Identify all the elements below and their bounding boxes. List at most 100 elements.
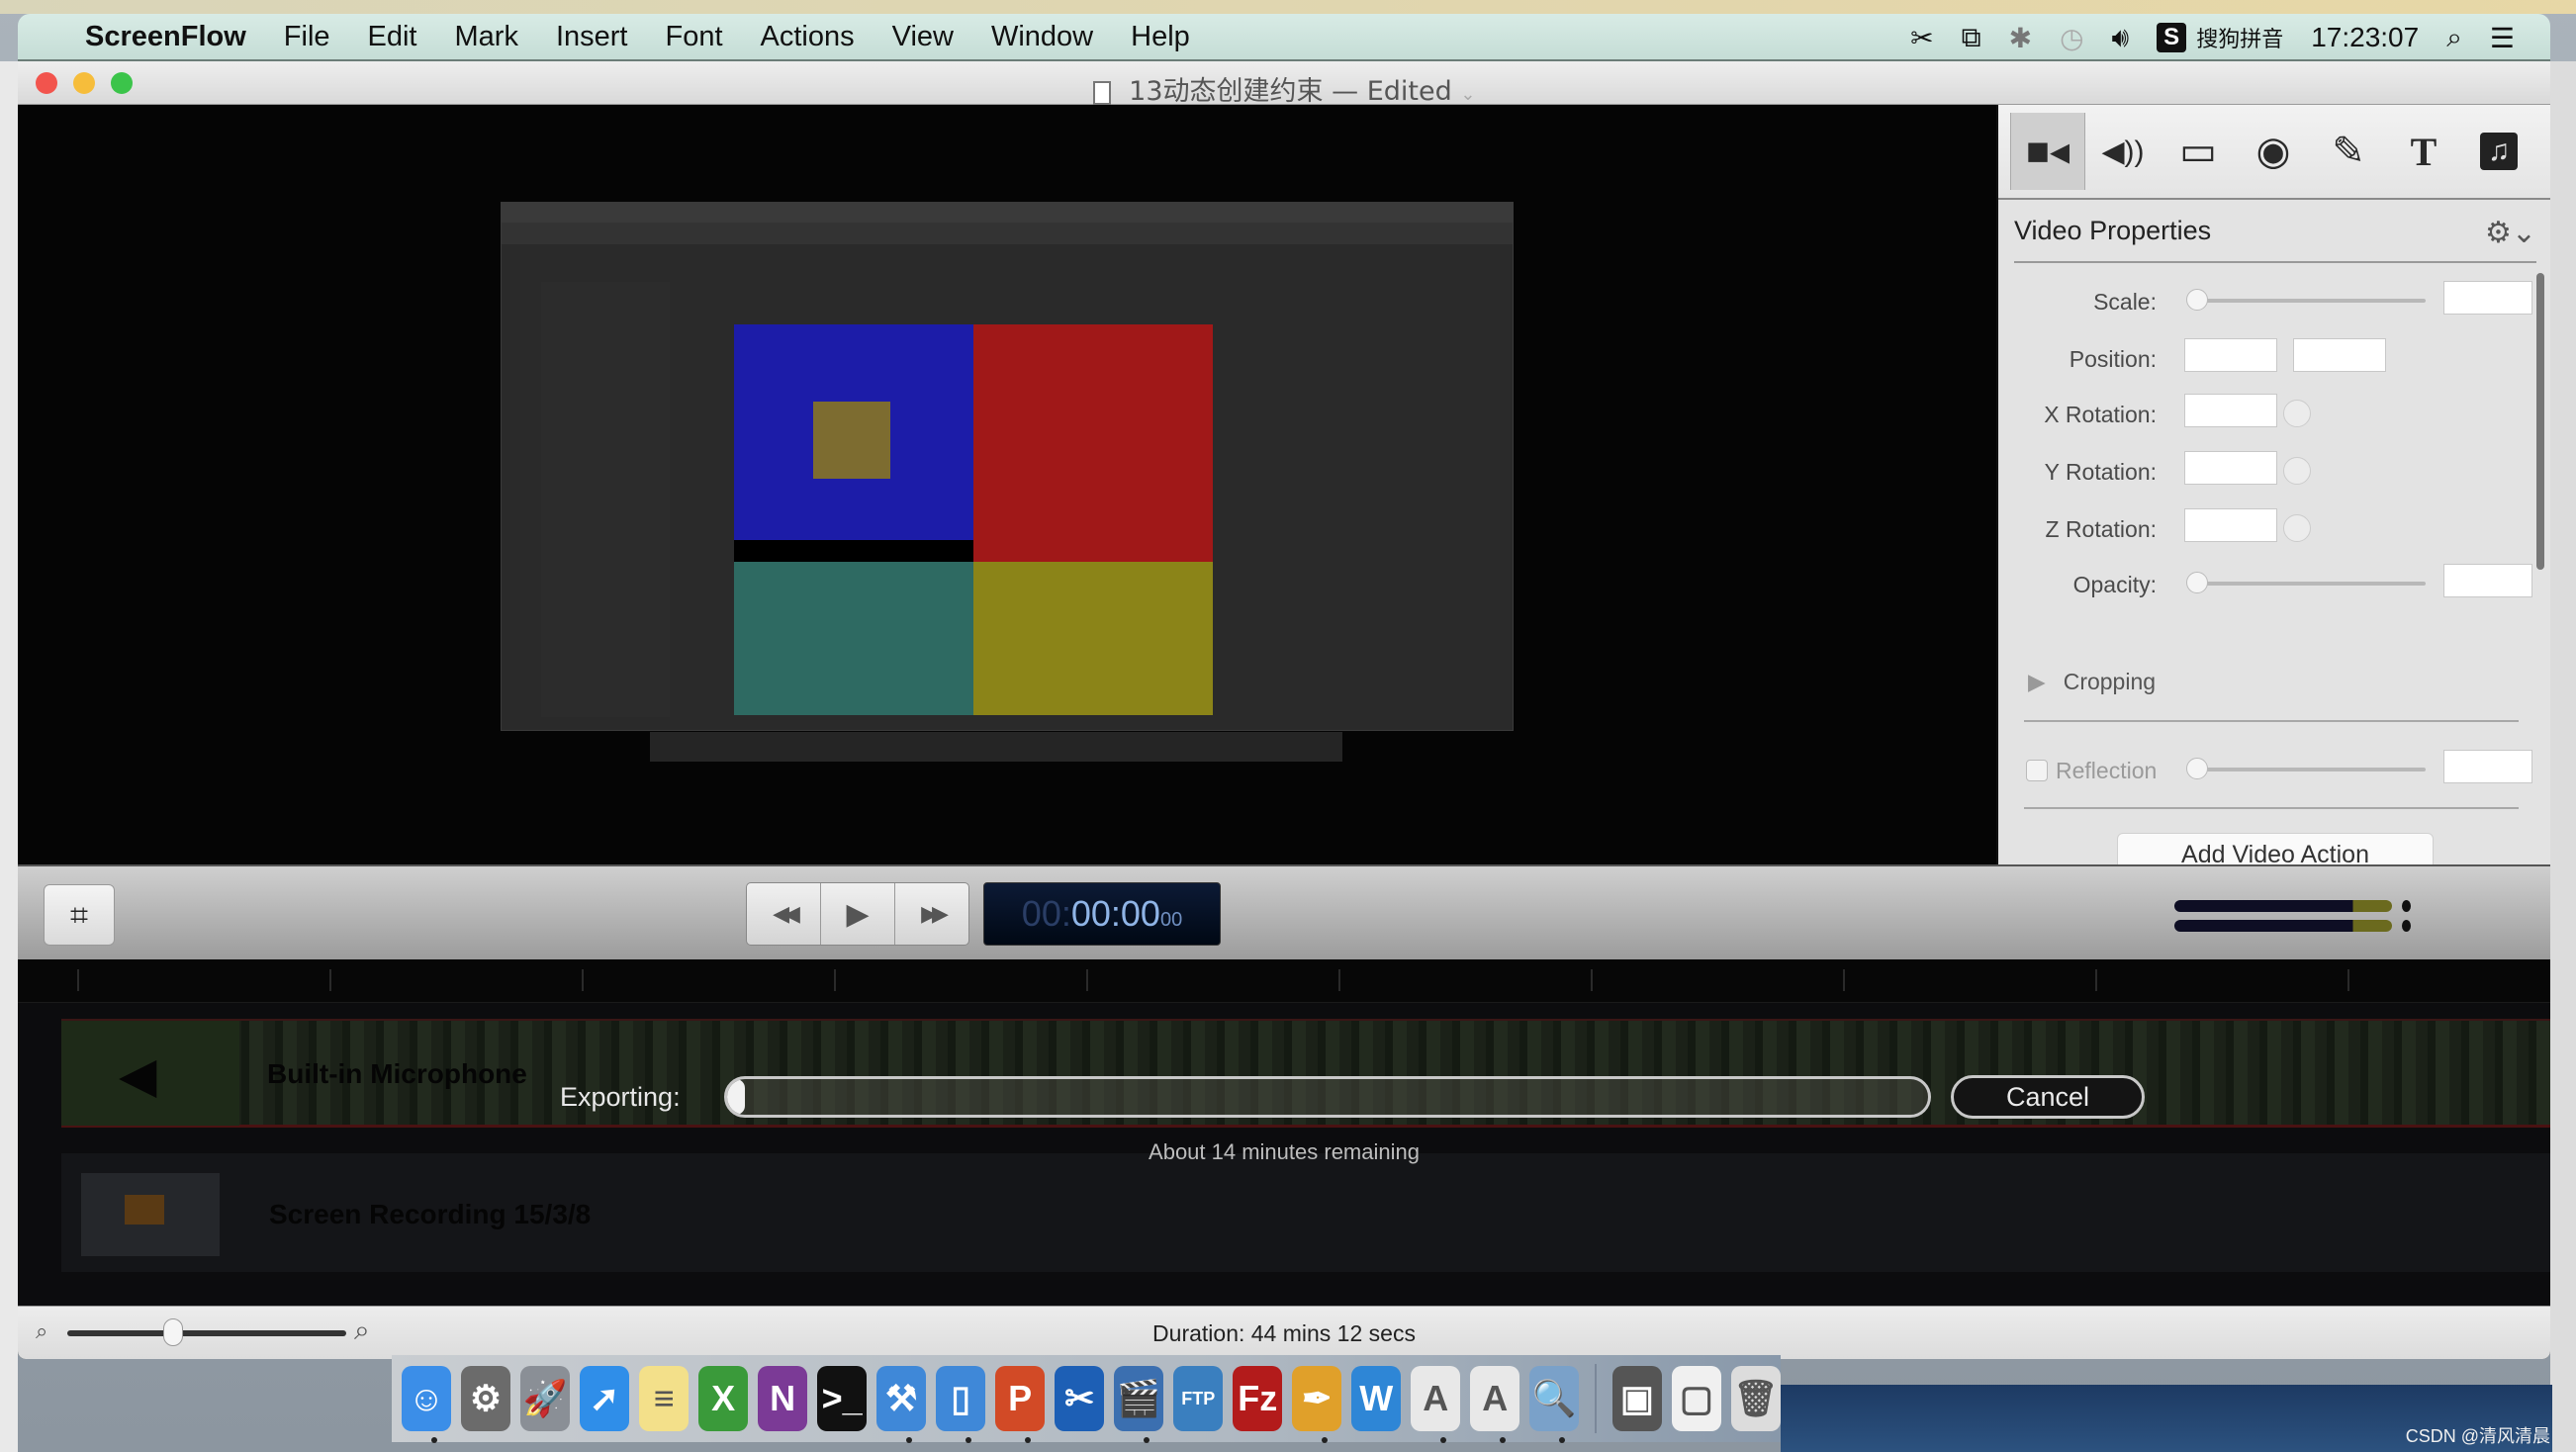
dock-screenshot-tool[interactable]: ✂: [1055, 1366, 1105, 1431]
reflection-field[interactable]: [2443, 750, 2532, 783]
inspector-scrollbar[interactable]: [2536, 273, 2544, 570]
tab-media-library[interactable]: ♫: [2461, 113, 2536, 190]
tab-audio-properties[interactable]: ◀)): [2085, 113, 2161, 190]
crop-tool-button[interactable]: ⌗: [44, 884, 115, 946]
dock-terminal[interactable]: >_: [817, 1366, 868, 1431]
input-method-icon[interactable]: S: [2157, 23, 2187, 52]
dock-finder[interactable]: ☺: [402, 1366, 452, 1443]
cropping-disclosure[interactable]: ▶ Cropping: [2028, 669, 2156, 695]
dock-minimized-window-2[interactable]: ▢: [1671, 1366, 1721, 1431]
tab-video-properties[interactable]: ■◂: [2010, 113, 2085, 190]
preview-canvas[interactable]: [18, 105, 1996, 864]
menu-font[interactable]: Font: [665, 21, 722, 53]
dock-filezilla[interactable]: Fz: [1233, 1366, 1283, 1431]
fast-forward-button[interactable]: ▶▶: [895, 883, 968, 945]
clock[interactable]: 17:23:07: [2311, 22, 2419, 53]
finder-icon: ☺: [408, 1378, 445, 1418]
opacity-slider-knob[interactable]: [2186, 572, 2208, 593]
bluetooth-icon[interactable]: ✱: [2009, 22, 2032, 54]
screen-record-icon[interactable]: ⧉: [1962, 22, 1981, 54]
position-y-field[interactable]: [2293, 338, 2386, 372]
play-button[interactable]: ▶: [821, 883, 895, 945]
x-rotation-dial[interactable]: [2283, 400, 2311, 427]
z-rotation-label: Z Rotation:: [2045, 516, 2158, 542]
inspector-header: Video Properties ⚙⌄: [2014, 200, 2536, 263]
crop-icon: ⌗: [69, 897, 89, 933]
reflection-row: [1998, 750, 2550, 789]
duration-label: Duration: 44 mins 12 secs: [1152, 1320, 1416, 1346]
scale-slider-knob[interactable]: [2186, 289, 2208, 311]
title-bar[interactable]: 13动态创建约束 — Edited ⌄: [18, 61, 2550, 107]
cancel-export-button[interactable]: Cancel: [1951, 1075, 2145, 1119]
background-window-strip: [0, 0, 2576, 14]
timeline-ruler[interactable]: [18, 959, 2550, 1003]
word-icon: W: [1359, 1378, 1394, 1418]
excel-icon: X: [711, 1378, 736, 1418]
tab-text[interactable]: T: [2386, 113, 2461, 190]
scissors-icon[interactable]: ✂: [1910, 22, 1933, 54]
dock-launchpad[interactable]: 🚀: [520, 1366, 571, 1431]
timeline-track-video[interactable]: Screen Recording 15/3/8: [61, 1153, 2550, 1272]
spotlight-search-icon[interactable]: ⌕: [2446, 22, 2462, 54]
dock-screenflow[interactable]: 🎬: [1114, 1366, 1164, 1443]
preview-teal-view: [734, 562, 973, 715]
speaker-icon: ◀)): [2101, 135, 2145, 168]
menu-app-name[interactable]: ScreenFlow: [85, 21, 246, 53]
volume-icon[interactable]: 🔊︎: [2112, 22, 2130, 54]
scale-field[interactable]: [2443, 281, 2532, 315]
menu-insert[interactable]: Insert: [556, 21, 628, 53]
chevron-down-icon[interactable]: ⌄: [1460, 84, 1475, 105]
menu-edit[interactable]: Edit: [368, 21, 417, 53]
tab-annotations[interactable]: ✎: [2311, 113, 2386, 190]
timeline[interactable]: ◀ Built-in Microphone Screen Recording 1…: [18, 959, 2550, 1306]
opacity-slider-track[interactable]: [2192, 582, 2426, 586]
preview-sidebar: [541, 282, 670, 717]
reflection-slider-track[interactable]: [2192, 768, 2426, 771]
dock-simulator[interactable]: ▯: [936, 1366, 986, 1443]
dock-system-preferences[interactable]: ⚙: [461, 1366, 511, 1431]
x-rotation-row: X Rotation:: [1998, 394, 2550, 433]
position-x-field[interactable]: [2184, 338, 2277, 372]
y-rotation-field[interactable]: [2184, 451, 2277, 485]
menu-file[interactable]: File: [284, 21, 330, 53]
y-rotation-row: Y Rotation:: [1998, 451, 2550, 491]
opacity-field[interactable]: [2443, 564, 2532, 597]
dock-excel[interactable]: X: [698, 1366, 749, 1431]
dock-trash[interactable]: 🗑: [1730, 1366, 1781, 1431]
dock-preview[interactable]: 🔍: [1529, 1366, 1580, 1443]
dock-word[interactable]: W: [1351, 1366, 1402, 1431]
menu-mark[interactable]: Mark: [455, 21, 518, 53]
dock-text-editor-1[interactable]: A: [1411, 1366, 1461, 1443]
menu-window[interactable]: Window: [991, 21, 1093, 53]
x-rotation-field[interactable]: [2184, 394, 2277, 427]
tab-callout[interactable]: ◉: [2236, 113, 2311, 190]
y-rotation-dial[interactable]: [2283, 457, 2311, 485]
dock-minimized-window-1[interactable]: ▣: [1611, 1366, 1662, 1431]
disclosure-triangle-icon[interactable]: ▶: [2028, 669, 2046, 694]
z-rotation-dial[interactable]: [2283, 514, 2311, 542]
export-progress-bar: [724, 1076, 1931, 1118]
time-machine-icon[interactable]: ◷: [2060, 22, 2083, 54]
input-method-label[interactable]: 搜狗拼音: [2196, 22, 2283, 53]
dock-ftp-client[interactable]: FTP: [1173, 1366, 1224, 1431]
dock-powerpoint[interactable]: P: [995, 1366, 1046, 1443]
recording-preview-frame[interactable]: [501, 202, 1514, 762]
rewind-button[interactable]: ◀◀: [747, 883, 821, 945]
edited-status[interactable]: Edited: [1367, 76, 1452, 107]
scale-slider-track[interactable]: [2192, 299, 2426, 303]
tab-screen-recording[interactable]: ▭: [2161, 113, 2236, 190]
menu-view[interactable]: View: [892, 21, 954, 53]
gear-icon[interactable]: ⚙⌄: [2485, 216, 2536, 250]
reflection-slider-knob[interactable]: [2186, 758, 2208, 779]
filezilla-icon: Fz: [1238, 1378, 1278, 1418]
dock-notes[interactable]: ≡: [639, 1366, 690, 1431]
dock-onenote[interactable]: N: [758, 1366, 808, 1431]
z-rotation-field[interactable]: [2184, 508, 2277, 542]
menu-help[interactable]: Help: [1131, 21, 1190, 53]
dock-safari[interactable]: ➚: [580, 1366, 630, 1431]
menu-actions[interactable]: Actions: [761, 21, 855, 53]
dock-pen-tool[interactable]: ✒: [1292, 1366, 1342, 1443]
dock-xcode[interactable]: ⚒: [876, 1366, 927, 1443]
notification-center-icon[interactable]: ☰: [2490, 22, 2515, 54]
dock-text-editor-2[interactable]: A: [1470, 1366, 1520, 1443]
